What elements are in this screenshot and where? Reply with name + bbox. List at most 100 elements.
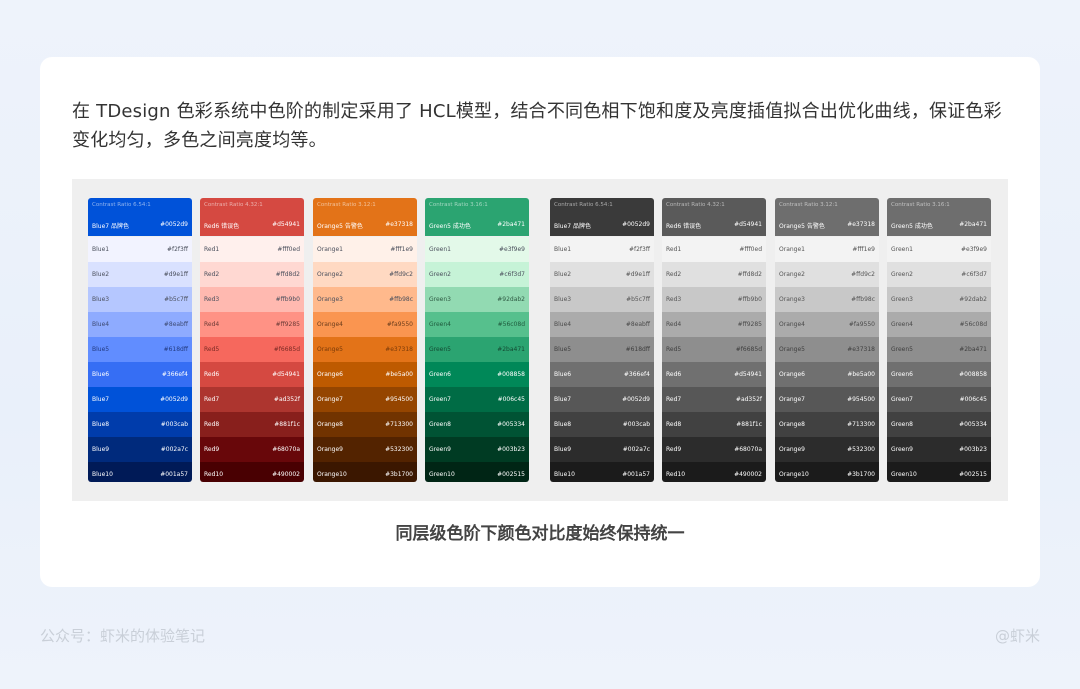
contrast-ratio-label: Contrast Ratio 4.32:1 [666, 202, 725, 208]
swatch-hex: #ffd8d2 [737, 271, 762, 278]
swatch-hex: #ffd9c2 [851, 271, 875, 278]
color-swatch-row: Green1 #e3f9e9 [887, 237, 991, 262]
swatch-hex: #0052d9 [160, 396, 188, 403]
color-swatch-row: Blue3 #b5c7ff [550, 287, 654, 312]
swatch-name: Orange2 [779, 271, 805, 278]
swatch-hex: #490002 [734, 471, 762, 478]
swatch-name: Green7 [429, 396, 451, 403]
swatch-name: Orange8 [779, 421, 805, 428]
swatch-hex: #001a57 [160, 471, 188, 478]
color-swatch-row: Red4 #ff9285 [662, 312, 766, 337]
footer-author: @虾米 [994, 627, 1040, 645]
contrast-ratio-label: Contrast Ratio 3.12:1 [317, 202, 376, 208]
swatch-hex: #006c45 [497, 396, 525, 403]
swatch-name: Orange8 [317, 421, 343, 428]
color-swatch-row: Orange10 #3b1700 [313, 462, 417, 482]
footer-account: 公众号：虾米的体验笔记 [40, 627, 206, 645]
swatch-name: Blue10 [92, 471, 113, 478]
swatch-name: Green9 [891, 446, 913, 453]
swatch-hex: #881f1c [274, 421, 300, 428]
swatch-name: Orange9 [779, 446, 805, 453]
swatch-hex: #92dab2 [959, 296, 987, 303]
swatch-hex: #68070a [272, 446, 300, 453]
color-swatch-row: Blue6 #366ef4 [550, 362, 654, 387]
swatch-name: Green8 [429, 421, 451, 428]
palette-role-label: Green5 成功色 [891, 223, 933, 230]
color-swatch-row: Orange1 #fff1e9 [775, 237, 879, 262]
swatch-hex: #d54941 [734, 371, 762, 378]
swatch-name: Blue5 [92, 346, 110, 353]
color-swatch-row: Green2 #c6f3d7 [425, 262, 529, 287]
swatch-name: Orange1 [317, 246, 343, 253]
swatch-hex: #005334 [497, 421, 525, 428]
swatch-name: Red5 [204, 346, 220, 353]
palette-panel: Contrast Ratio 6.54:1 Blue7 品牌色 #0052d9 Blu… [72, 179, 1008, 501]
swatch-hex: #881f1c [736, 421, 762, 428]
color-swatch-row: Blue5 #618dff [88, 337, 192, 362]
color-swatch-row: Orange5 #e37318 [313, 337, 417, 362]
color-swatch-row: Green2 #c6f3d7 [887, 262, 991, 287]
swatch-name: Red6 [666, 371, 682, 378]
swatch-name: Green10 [429, 471, 455, 478]
swatch-name: Red9 [204, 446, 220, 453]
swatch-hex: #002a7c [160, 446, 188, 453]
swatch-hex: #532300 [385, 446, 413, 453]
color-swatch-row: Green10 #002515 [887, 462, 991, 482]
swatch-hex: #fa9550 [848, 321, 875, 328]
swatch-hex: #002515 [959, 471, 987, 478]
color-swatch-row: Red5 #f6685d [200, 337, 304, 362]
swatch-hex: #001a57 [622, 471, 650, 478]
swatch-name: Red3 [666, 296, 682, 303]
color-swatch-row: Green1 #e3f9e9 [425, 237, 529, 262]
swatch-hex: #713300 [385, 421, 413, 428]
swatch-hex: #003cab [160, 421, 188, 428]
content-card: 在 TDesign 色彩系统中色阶的制定采用了 HCL模型，结合不同色相下饱和度… [40, 57, 1040, 587]
swatch-name: Orange6 [779, 371, 805, 378]
color-swatch-row: Red10 #490002 [662, 462, 766, 482]
color-swatch-row: Orange1 #fff1e9 [313, 237, 417, 262]
color-swatch-row: Green9 #003b23 [425, 437, 529, 462]
swatch-name: Orange5 [317, 346, 343, 353]
color-swatch-row: Orange9 #532300 [313, 437, 417, 462]
swatch-name: Orange1 [779, 246, 805, 253]
contrast-ratio-label: Contrast Ratio 4.32:1 [204, 202, 263, 208]
color-swatch-row: Red8 #881f1c [662, 412, 766, 437]
swatch-hex: #f2f3ff [628, 246, 650, 253]
swatch-name: Orange9 [317, 446, 343, 453]
color-swatch-row: Blue1 #f2f3ff [550, 237, 654, 262]
swatch-hex: #f2f3ff [166, 246, 188, 253]
swatch-hex: #713300 [847, 421, 875, 428]
swatch-hex: #fff0ed [739, 246, 762, 253]
palette-header: Contrast Ratio 6.54:1 Blue7 品牌色 #0052d9 [88, 198, 192, 236]
swatch-hex: #008858 [959, 371, 987, 378]
color-swatch-row: Green9 #003b23 [887, 437, 991, 462]
swatch-name: Red1 [666, 246, 682, 253]
palette-role-hex: #d54941 [734, 221, 762, 228]
palette-role-hex: #e37318 [847, 221, 875, 228]
palette-role-hex: #2ba471 [959, 221, 987, 228]
caption: 同层级色阶下颜色对比度始终保持统一 [395, 524, 685, 544]
swatch-name: Green3 [891, 296, 913, 303]
palette-role-label: Orange5 告警色 [779, 223, 825, 230]
palette-role-label: Blue7 品牌色 [554, 223, 592, 230]
color-swatch-row: Blue7 #0052d9 [550, 387, 654, 412]
swatch-hex: #8eabff [625, 321, 650, 328]
swatch-hex: #e3f9e9 [961, 246, 987, 253]
color-swatch-row: Green3 #92dab2 [425, 287, 529, 312]
swatch-hex: #ff9285 [737, 321, 762, 328]
swatch-hex: #c6f3d7 [499, 271, 525, 278]
contrast-ratio-label: Contrast Ratio 6.54:1 [554, 202, 613, 208]
swatch-name: Blue3 [92, 296, 110, 303]
palette-role-label: Blue7 品牌色 [92, 223, 130, 230]
color-swatch-row: Green7 #006c45 [425, 387, 529, 412]
color-swatch-row: Red2 #ffd8d2 [200, 262, 304, 287]
color-swatch-row: Red1 #fff0ed [662, 237, 766, 262]
swatch-hex: #e37318 [847, 346, 875, 353]
swatch-hex: #b5c7ff [164, 296, 188, 303]
color-swatch-row: Red8 #881f1c [200, 412, 304, 437]
swatch-name: Blue9 [554, 446, 572, 453]
palette-column: Contrast Ratio 3.12:1 Orange5 告警色 #e37318 O… [313, 198, 417, 482]
swatch-name: Orange4 [317, 321, 343, 328]
swatch-hex: #490002 [272, 471, 300, 478]
swatch-hex: #d54941 [272, 371, 300, 378]
